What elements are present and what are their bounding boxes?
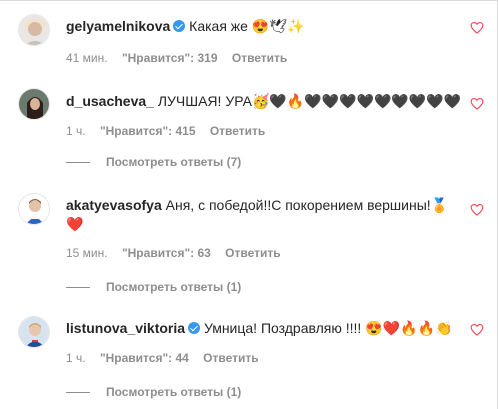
comment-body: akatyevasofya Аня, с победой!!С покорени… xyxy=(66,196,448,214)
replies-divider xyxy=(66,162,90,164)
comment-meta: 1 ч. "Нравится": 44 Ответить xyxy=(66,351,270,365)
comment-time[interactable]: 1 ч. xyxy=(66,124,86,138)
comment-text: Умница! Поздравляю !!!! 😍❤️🔥🔥👏 xyxy=(203,320,453,336)
comment-body: gelyamelnikova Какая же 😍🕊✨ xyxy=(66,17,304,35)
avatar[interactable] xyxy=(18,88,50,120)
comment-meta: 1 ч. "Нравится": 415 Ответить xyxy=(66,124,276,138)
heart-outline-icon[interactable] xyxy=(470,21,484,34)
comment-text: Аня, с победой!!С покорением вершины!🏅 xyxy=(165,197,449,213)
view-replies-label: Посмотреть ответы (7) xyxy=(106,155,242,169)
comment-time[interactable]: 41 мин. xyxy=(66,51,108,65)
comment-text: ЛУЧШАЯ! УРА🥳🖤🔥🖤🖤🖤🖤🖤🖤🖤🖤🖤 xyxy=(157,93,462,109)
username-link[interactable]: akatyevasofya xyxy=(66,197,162,213)
username-link[interactable]: gelyamelnikova xyxy=(66,18,170,34)
view-replies-label: Посмотреть ответы (1) xyxy=(106,280,242,294)
view-replies-button[interactable]: Посмотреть ответы (1) xyxy=(66,280,241,294)
comment-meta: 41 мин. "Нравится": 319 Ответить xyxy=(66,51,298,65)
likes-count[interactable]: "Нравится": 415 xyxy=(100,124,196,138)
reply-button[interactable]: Ответить xyxy=(225,246,280,260)
comment-time[interactable]: 1 ч. xyxy=(66,351,86,365)
reply-button[interactable]: Ответить xyxy=(232,51,287,65)
comment-text: Какая же 😍🕊✨ xyxy=(189,18,305,34)
view-replies-button[interactable]: Посмотреть ответы (7) xyxy=(66,155,241,169)
username-link[interactable]: d_usacheva_ xyxy=(66,93,154,109)
comment-meta: 15 мин. "Нравится": 63 Ответить xyxy=(66,246,292,260)
likes-count[interactable]: "Нравится": 44 xyxy=(100,351,189,365)
view-replies-label: Посмотреть ответы (1) xyxy=(106,385,242,399)
verified-badge-icon xyxy=(188,322,201,334)
reply-button[interactable]: Ответить xyxy=(210,124,265,138)
likes-count[interactable]: "Нравится": 319 xyxy=(122,51,218,65)
comment-time[interactable]: 15 мин. xyxy=(66,246,108,260)
heart-outline-icon[interactable] xyxy=(470,323,484,336)
heart-outline-icon[interactable] xyxy=(470,203,484,216)
avatar[interactable] xyxy=(18,316,50,348)
username-link[interactable]: listunova_viktoria xyxy=(66,320,185,336)
comment-body: listunova_viktoria Умница! Поздравляю !!… xyxy=(66,319,452,337)
avatar[interactable] xyxy=(18,193,50,225)
heart-outline-icon[interactable] xyxy=(470,97,484,110)
comment-body: d_usacheva_ ЛУЧШАЯ! УРА🥳🖤🔥🖤🖤🖤🖤🖤🖤🖤🖤🖤 xyxy=(66,92,461,110)
avatar[interactable] xyxy=(18,14,50,46)
view-replies-button[interactable]: Посмотреть ответы (1) xyxy=(66,385,241,399)
likes-count[interactable]: "Нравится": 63 xyxy=(122,246,211,260)
replies-divider xyxy=(66,392,90,394)
replies-divider xyxy=(66,287,90,289)
verified-badge-icon xyxy=(173,20,186,32)
reply-button[interactable]: Ответить xyxy=(203,351,258,365)
top-border xyxy=(0,0,498,1)
comment-text-line2: ❤️ xyxy=(66,216,84,232)
